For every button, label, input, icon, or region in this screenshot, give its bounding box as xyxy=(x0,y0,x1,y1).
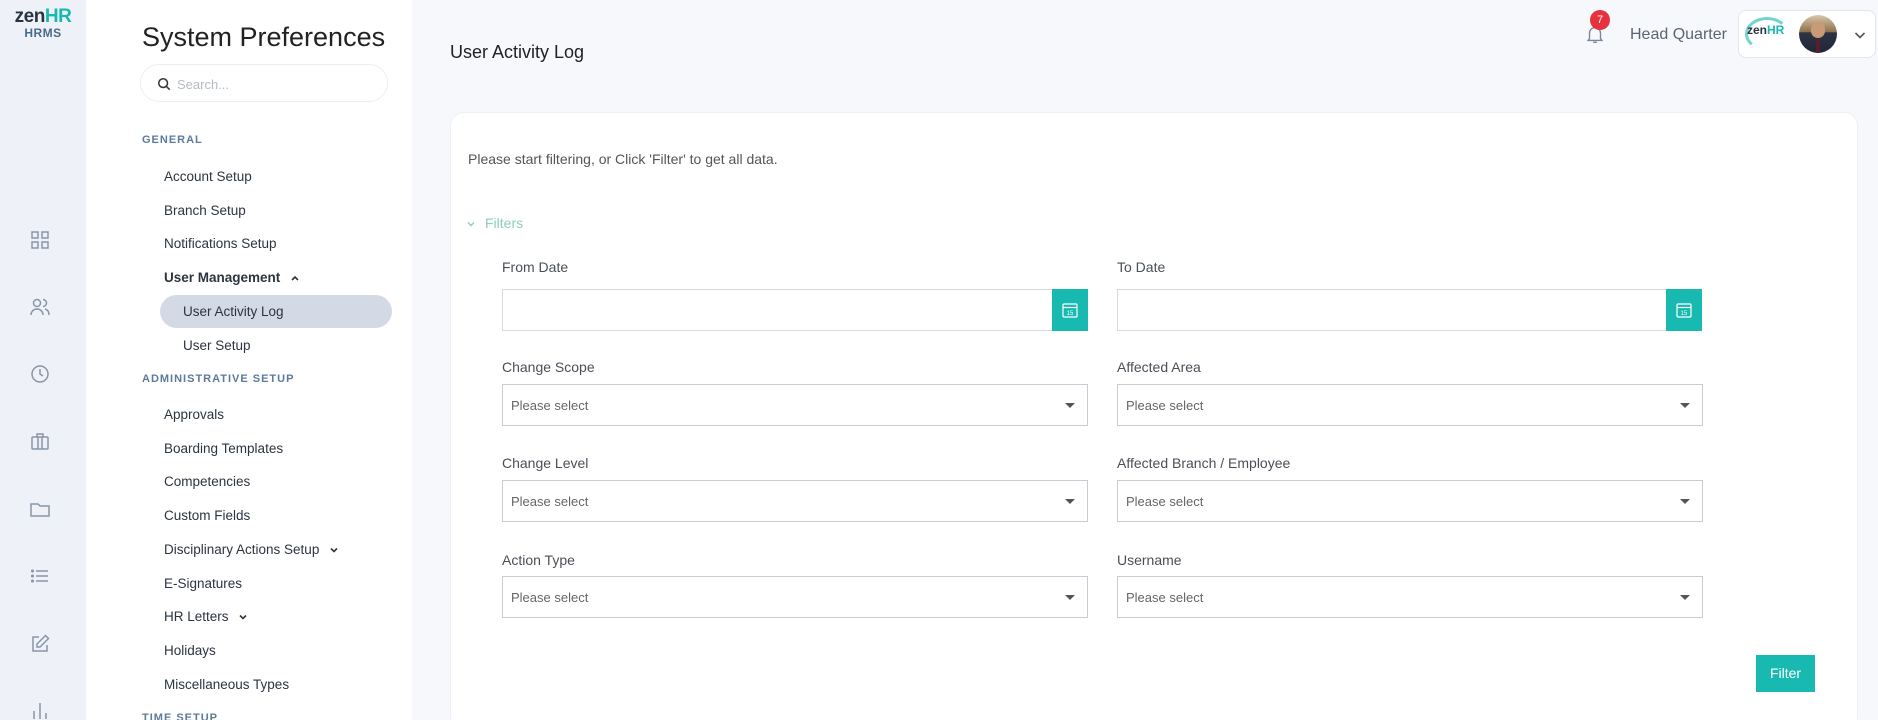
select-placeholder: Please select xyxy=(1126,398,1204,413)
affected-area-select[interactable]: Please select xyxy=(1117,384,1703,426)
settings-sidebar: System Preferences GENERAL Account Setup… xyxy=(86,0,412,720)
logo-product: HRMS xyxy=(24,26,62,40)
calendar-icon: 15 xyxy=(1062,303,1078,318)
company-logo-prefix: zen xyxy=(1747,23,1768,37)
from-date-field[interactable] xyxy=(502,289,1054,331)
caret-down-icon xyxy=(1065,595,1075,600)
sidebar-item-disciplinary-actions[interactable]: Disciplinary Actions Setup xyxy=(164,542,339,557)
caret-down-icon xyxy=(1065,403,1075,408)
avatar xyxy=(1799,15,1837,53)
sidebar-item-label: Disciplinary Actions Setup xyxy=(164,542,320,557)
change-level-select[interactable]: Please select xyxy=(502,480,1088,522)
caret-down-icon xyxy=(1680,595,1690,600)
sidebar-item-miscellaneous-types[interactable]: Miscellaneous Types xyxy=(164,677,289,692)
sidebar-item-user-activity-log[interactable]: User Activity Log xyxy=(183,304,284,319)
chevron-down-icon xyxy=(466,219,476,229)
action-type-label: Action Type xyxy=(502,552,575,568)
to-date-field[interactable] xyxy=(1117,289,1669,331)
sidebar-title: System Preferences xyxy=(142,22,386,52)
sidebar-item-branch-setup[interactable]: Branch Setup xyxy=(164,203,246,218)
people-icon[interactable] xyxy=(28,295,52,319)
sidebar-item-approvals[interactable]: Approvals xyxy=(164,407,224,422)
sidebar-search[interactable] xyxy=(140,64,388,102)
select-placeholder: Please select xyxy=(511,590,589,605)
logo-prefix: zen xyxy=(14,6,46,27)
change-scope-label: Change Scope xyxy=(502,359,595,375)
from-date-input[interactable] xyxy=(503,290,1053,330)
affected-area-label: Affected Area xyxy=(1117,359,1201,375)
select-placeholder: Please select xyxy=(511,494,589,509)
calendar-icon: 15 xyxy=(1676,303,1692,318)
branch-selector[interactable]: Head Quarter xyxy=(1630,26,1727,44)
to-date-input[interactable] xyxy=(1118,290,1668,330)
affected-branch-label: Affected Branch / Employee xyxy=(1117,455,1291,471)
to-date-calendar-button[interactable]: 15 xyxy=(1666,289,1702,331)
sidebar-item-boarding-templates[interactable]: Boarding Templates xyxy=(164,441,283,456)
caret-down-icon xyxy=(1065,499,1075,504)
filter-hint: Please start filtering, or Click 'Filter… xyxy=(468,151,778,167)
chevron-down-icon xyxy=(329,545,339,555)
chevron-up-icon xyxy=(290,273,300,283)
sidebar-item-user-management[interactable]: User Management xyxy=(164,270,300,285)
sidebar-item-user-setup[interactable]: User Setup xyxy=(183,338,251,353)
list-icon[interactable] xyxy=(28,564,52,588)
chevron-down-icon xyxy=(238,612,248,622)
change-scope-select[interactable]: Please select xyxy=(502,384,1088,426)
svg-text:15: 15 xyxy=(1681,311,1688,317)
username-select[interactable]: Please select xyxy=(1117,576,1703,618)
action-type-select[interactable]: Please select xyxy=(502,576,1088,618)
search-icon xyxy=(157,77,171,91)
sidebar-item-hr-letters[interactable]: HR Letters xyxy=(164,609,248,624)
dashboard-icon[interactable] xyxy=(28,228,52,252)
folder-icon[interactable] xyxy=(28,497,52,521)
section-general: GENERAL xyxy=(142,134,203,146)
edit-icon[interactable] xyxy=(28,632,52,656)
sidebar-item-holidays[interactable]: Holidays xyxy=(164,643,216,658)
chart-icon[interactable] xyxy=(28,699,52,720)
username-label: Username xyxy=(1117,552,1182,568)
briefcase-icon[interactable] xyxy=(28,429,52,453)
sidebar-item-e-signatures[interactable]: E-Signatures xyxy=(164,576,242,591)
sidebar-item-custom-fields[interactable]: Custom Fields xyxy=(164,508,250,523)
to-date-label: To Date xyxy=(1117,259,1166,275)
sidebar-item-label: HR Letters xyxy=(164,609,229,624)
sidebar-item-notifications-setup[interactable]: Notifications Setup xyxy=(164,236,277,251)
select-placeholder: Please select xyxy=(511,398,589,413)
sidebar-item-competencies[interactable]: Competencies xyxy=(164,474,250,489)
from-date-label: From Date xyxy=(502,259,569,275)
select-placeholder: Please select xyxy=(1126,494,1204,509)
section-administrative-setup: ADMINISTRATIVE SETUP xyxy=(142,373,295,385)
notification-badge: 7 xyxy=(1590,10,1610,30)
affected-branch-select[interactable]: Please select xyxy=(1117,480,1703,522)
app-rail: zenHR HRMS xyxy=(0,0,86,720)
filter-button[interactable]: Filter xyxy=(1756,655,1815,692)
logo-suffix: HR xyxy=(44,6,72,27)
company-logo: zenHR xyxy=(1747,23,1784,37)
caret-down-icon xyxy=(1680,403,1690,408)
section-time-setup: TIME SETUP xyxy=(142,712,219,720)
clock-icon[interactable] xyxy=(28,362,52,386)
sidebar-item-label: User Management xyxy=(164,270,281,285)
sidebar-item-account-setup[interactable]: Account Setup xyxy=(164,169,252,184)
select-placeholder: Please select xyxy=(1126,590,1204,605)
page-title: User Activity Log xyxy=(450,42,585,62)
chevron-down-icon[interactable] xyxy=(1853,28,1867,42)
user-menu[interactable]: zenHR xyxy=(1738,10,1876,58)
sidebar-search-input[interactable] xyxy=(177,74,377,94)
caret-down-icon xyxy=(1680,499,1690,504)
filters-label: Filters xyxy=(485,215,524,231)
filters-toggle[interactable]: Filters xyxy=(466,215,523,231)
svg-text:15: 15 xyxy=(1067,311,1074,317)
company-logo-suffix: HR xyxy=(1767,23,1785,37)
change-level-label: Change Level xyxy=(502,455,589,471)
app-logo[interactable]: zenHR HRMS xyxy=(8,6,78,40)
from-date-calendar-button[interactable]: 15 xyxy=(1052,289,1088,331)
